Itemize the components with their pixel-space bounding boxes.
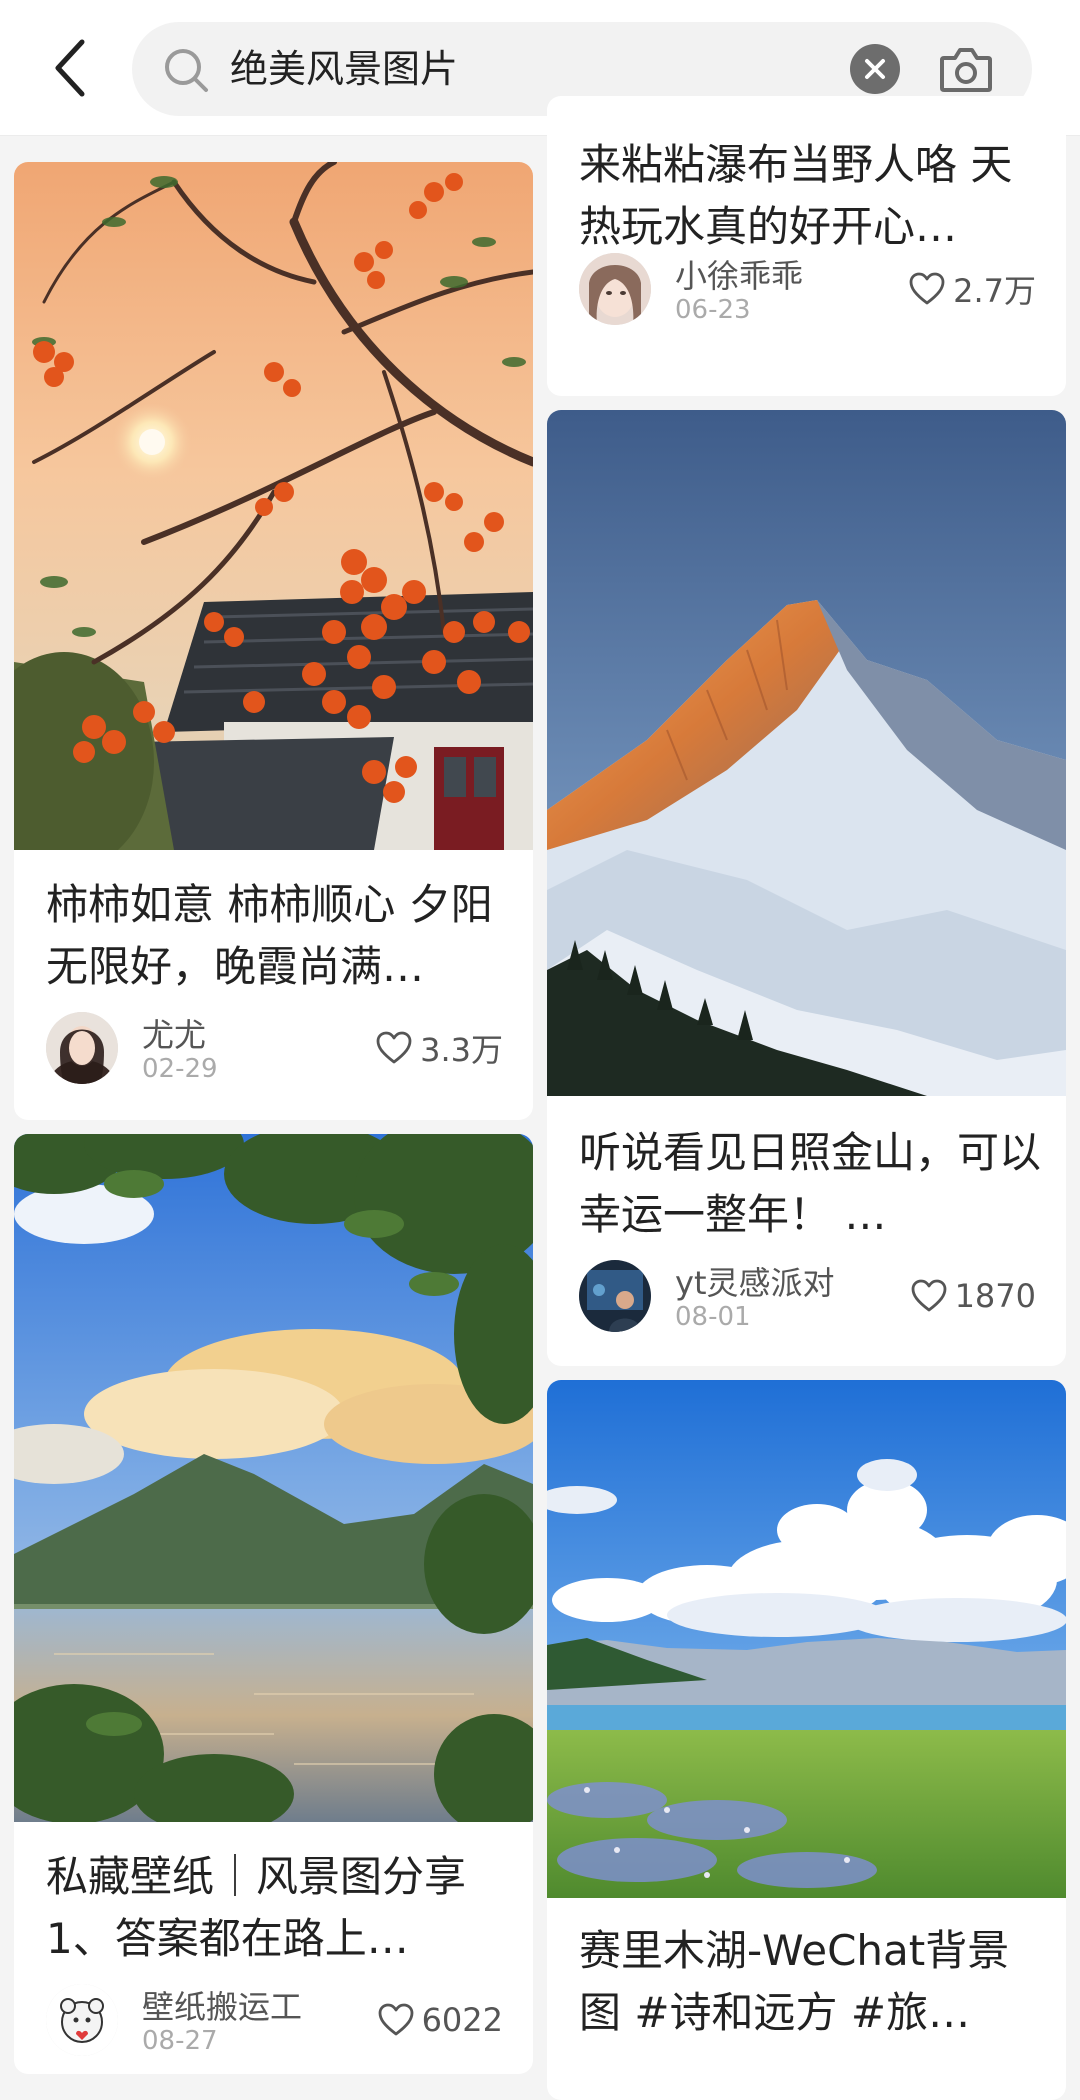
note-card[interactable]: 私藏壁纸｜风景图分享 1、答案都在路上… 壁纸搬运工 08-27 6022: [14, 1134, 533, 2074]
note-card[interactable]: 柿柿如意 柿柿顺心 夕阳无限好，晚霞尚满… 尤尤 02-29 3.3万: [14, 162, 533, 1120]
note-meta: yt灵感派对 08-01 1870: [579, 1260, 1036, 1334]
note-card[interactable]: 听说看见日照金山，可以幸运一整年！ … yt灵感派对 08-01 1870: [547, 410, 1066, 1366]
note-title: 赛里木湖-WeChat背景图 #诗和远方 #旅…: [579, 1926, 1010, 2037]
note-cover-image: [14, 162, 533, 850]
author-name[interactable]: yt灵感派对: [675, 1258, 835, 1304]
note-title: 柿柿如意 柿柿顺心 夕阳无限好，晚霞尚满…: [46, 880, 493, 991]
close-icon: [865, 59, 885, 79]
note-card[interactable]: 赛里木湖-WeChat背景图 #诗和远方 #旅…: [547, 1380, 1066, 2100]
note-cover-image: [547, 410, 1066, 1096]
camera-icon[interactable]: [938, 42, 994, 96]
author-name[interactable]: 尤尤: [142, 1010, 206, 1056]
author-name[interactable]: 壁纸搬运工: [142, 1982, 302, 2028]
note-meta: 小徐乖乖 06-23 2.7万: [579, 253, 1036, 327]
avatar[interactable]: [579, 253, 651, 325]
note-cover-image: [547, 1380, 1066, 1898]
note-title: 私藏壁纸｜风景图分享 1、答案都在路上…: [46, 1852, 467, 1963]
note-card[interactable]: 来粘粘瀑布当野人咯 天热玩水真的好开心… 小徐乖乖 06-23 2.7万: [547, 96, 1066, 396]
author-name[interactable]: 小徐乖乖: [675, 251, 803, 297]
like-count: 1870: [954, 1277, 1036, 1315]
like-button[interactable]: 2.7万: [909, 267, 1036, 311]
heart-icon: [376, 1031, 412, 1064]
heart-icon: [909, 272, 945, 305]
heart-icon: [911, 1279, 946, 1312]
note-title: 听说看见日照金山，可以幸运一整年！ …: [579, 1128, 1042, 1239]
note-title: 来粘粘瀑布当野人咯 天热玩水真的好开心…: [579, 140, 1013, 251]
like-count: 2.7万: [953, 272, 1036, 310]
avatar[interactable]: [579, 1260, 651, 1332]
like-button[interactable]: 1870: [911, 1274, 1036, 1318]
heart-icon: [378, 2003, 413, 2036]
like-button[interactable]: 6022: [378, 1998, 503, 2042]
like-count: 3.3万: [420, 1031, 503, 1069]
post-date: 08-27: [142, 2026, 218, 2056]
post-date: 06-23: [675, 295, 751, 325]
note-meta: 尤尤 02-29 3.3万: [46, 1012, 503, 1086]
note-cover-image: [14, 1134, 533, 1822]
note-meta: 壁纸搬运工 08-27 6022: [46, 1984, 503, 2058]
like-count: 6022: [421, 2001, 503, 2039]
post-date: 02-29: [142, 1054, 218, 1084]
chevron-left-icon: [55, 39, 85, 97]
back-button[interactable]: [40, 30, 100, 106]
post-date: 08-01: [675, 1302, 751, 1332]
search-icon: [165, 49, 208, 92]
like-button[interactable]: 3.3万: [376, 1026, 503, 1070]
avatar[interactable]: [46, 1012, 118, 1084]
avatar[interactable]: [46, 1984, 118, 2056]
clear-search-button[interactable]: [850, 44, 900, 94]
